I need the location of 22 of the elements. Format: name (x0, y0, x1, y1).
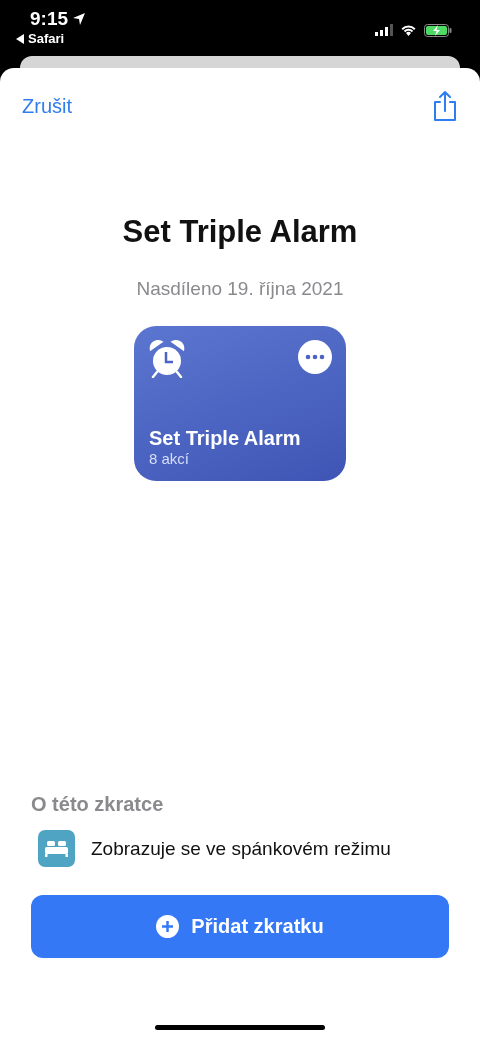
shared-date: Nasdíleno 19. října 2021 (135, 278, 345, 300)
plus-circle-icon (156, 915, 180, 938)
shortcut-card[interactable]: Set Triple Alarm 8 akcí (134, 326, 346, 481)
ellipsis-icon (305, 354, 325, 360)
card-shortcut-name: Set Triple Alarm (149, 427, 302, 450)
cancel-button[interactable]: Zrušit (22, 94, 72, 118)
status-time: 9:15 (30, 8, 69, 30)
alarm-clock-icon (149, 340, 185, 378)
wifi-icon (400, 24, 417, 36)
section-heading: O této zkratce (30, 793, 165, 816)
more-button[interactable] (298, 340, 332, 374)
bed-icon (38, 830, 75, 867)
shortcut-title: Set Triple Alarm (121, 214, 359, 250)
signal-icon (375, 24, 393, 36)
share-icon[interactable] (432, 90, 458, 122)
back-triangle-icon[interactable] (16, 33, 25, 44)
info-text: Zobrazuje se ve spánkovém režimu (91, 837, 391, 860)
back-to-app-link[interactable]: Safari (28, 31, 65, 46)
add-shortcut-button[interactable]: Přidat zkratku (31, 895, 449, 958)
action-count: 8 akcí (149, 450, 191, 467)
battery-charging-icon (424, 23, 452, 37)
location-arrow-icon (72, 12, 87, 26)
